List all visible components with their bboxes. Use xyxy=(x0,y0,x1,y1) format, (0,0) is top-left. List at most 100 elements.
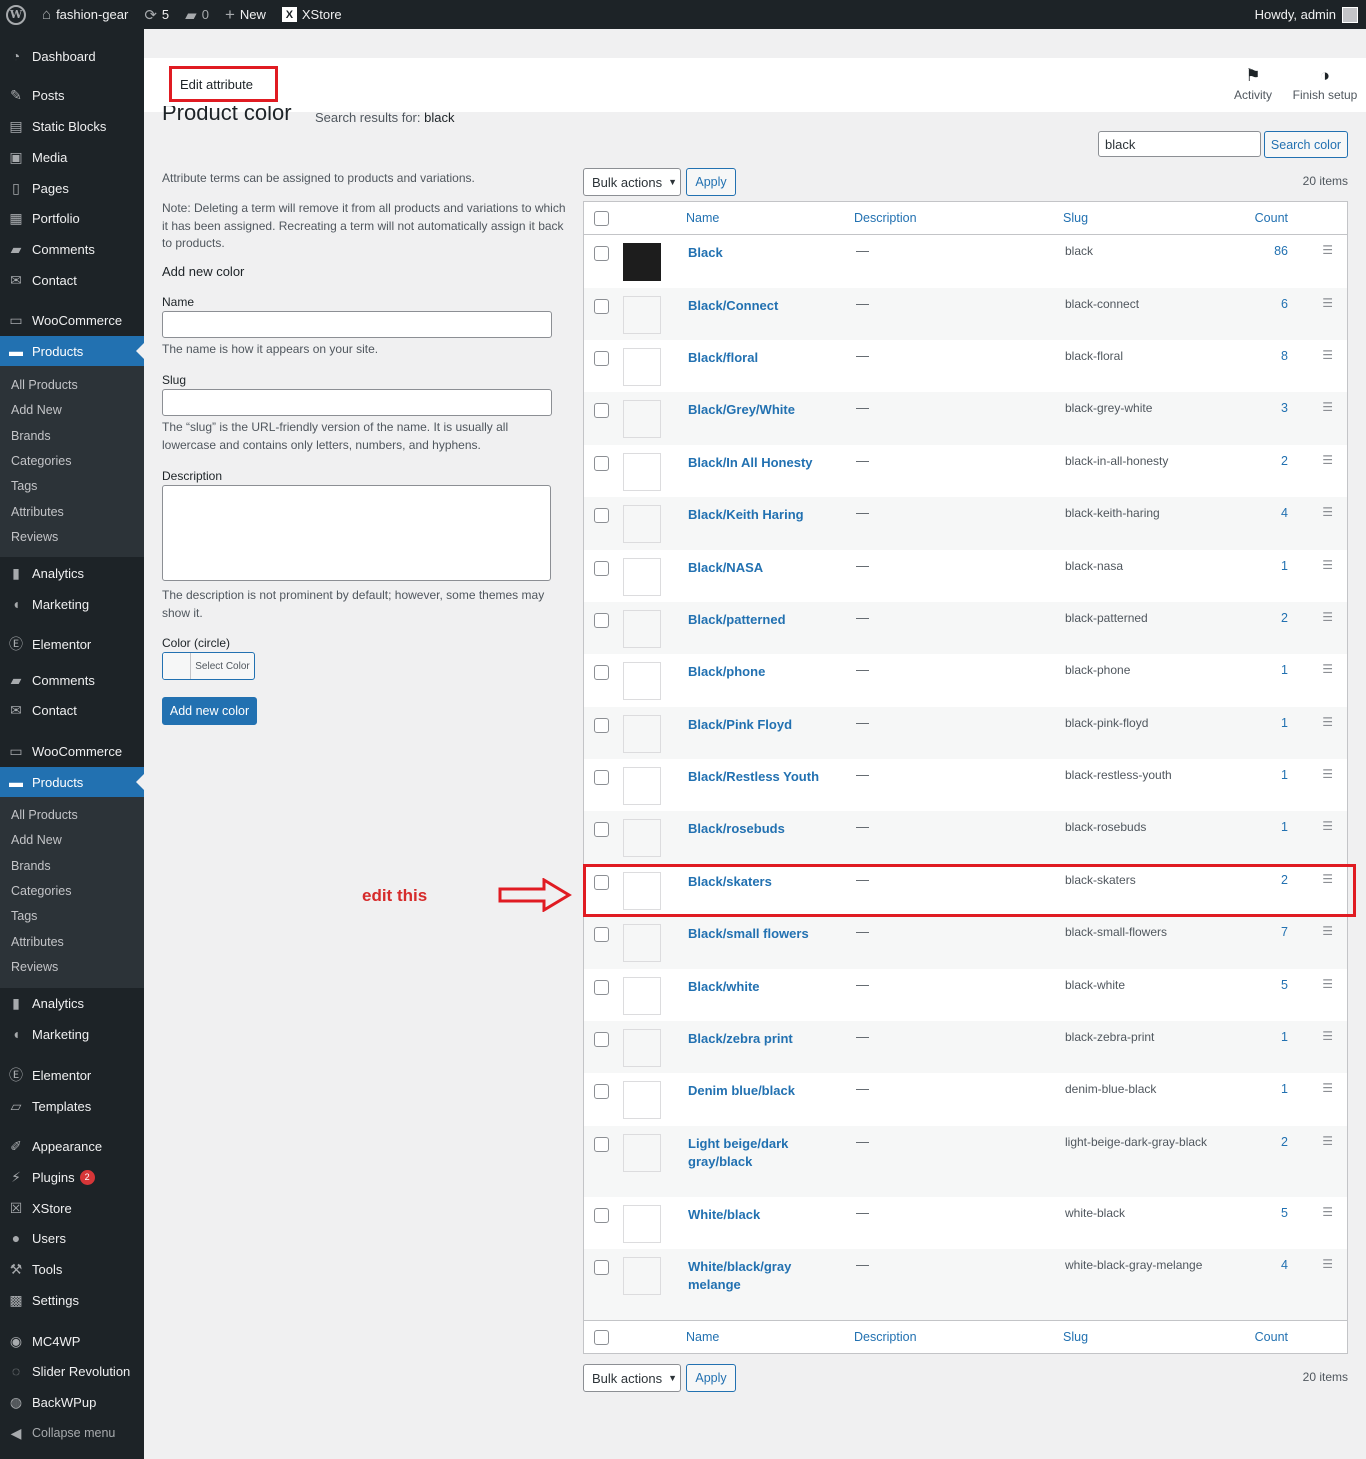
term-name-link[interactable]: Black/Grey/White xyxy=(688,401,828,419)
term-count-link[interactable]: 6 xyxy=(1281,297,1288,311)
term-count-link[interactable]: 4 xyxy=(1281,506,1288,520)
site-name-link[interactable]: ⌂ fashion-gear xyxy=(34,0,136,29)
select-all-checkbox[interactable] xyxy=(594,211,609,226)
drag-handle-icon[interactable]: ☰ xyxy=(1322,715,1333,729)
sidebar-item-woocommerce[interactable]: ▭ WooCommerce xyxy=(0,305,144,335)
term-count-link[interactable]: 2 xyxy=(1281,1135,1288,1149)
term-name-link[interactable]: White/black xyxy=(688,1206,828,1224)
description-field[interactable] xyxy=(162,485,551,581)
column-name[interactable]: Name xyxy=(686,211,719,225)
sidebar-item-contact[interactable]: ✉ Contact xyxy=(0,695,144,725)
term-count-link[interactable]: 3 xyxy=(1281,401,1288,415)
row-checkbox[interactable] xyxy=(594,1208,609,1223)
drag-handle-icon[interactable]: ☰ xyxy=(1322,662,1333,676)
sidebar-item-products[interactable]: ▬ Products xyxy=(0,336,144,366)
select-all-checkbox-bottom[interactable] xyxy=(594,1330,609,1345)
color-picker-button[interactable]: Select Color xyxy=(162,652,255,680)
submenu-item-categories[interactable]: Categories xyxy=(11,454,71,468)
row-checkbox[interactable] xyxy=(594,980,609,995)
comments-link[interactable]: ▰ 0 xyxy=(177,0,217,29)
footer-column-name[interactable]: Name xyxy=(686,1330,719,1344)
sidebar-item-static-blocks[interactable]: ▤ Static Blocks xyxy=(0,111,144,141)
term-name-link[interactable]: Black/zebra print xyxy=(688,1030,828,1048)
column-slug[interactable]: Slug xyxy=(1063,211,1088,225)
row-checkbox[interactable] xyxy=(594,822,609,837)
sidebar-item-analytics[interactable]: ▮ Analytics xyxy=(0,558,144,588)
drag-handle-icon[interactable]: ☰ xyxy=(1322,767,1333,781)
collapse-menu-button[interactable]: ◀ Collapse menu xyxy=(0,1418,144,1448)
drag-handle-icon[interactable]: ☰ xyxy=(1322,296,1333,310)
submenu-item-add-new[interactable]: Add New xyxy=(11,403,62,417)
sidebar-item-media[interactable]: ▣ Media xyxy=(0,142,144,172)
submenu-item-brands[interactable]: Brands xyxy=(11,859,51,873)
bulk-actions-select-bottom[interactable]: Bulk actions ▼ xyxy=(583,1364,681,1392)
search-color-button[interactable]: Search color xyxy=(1264,131,1348,158)
row-checkbox[interactable] xyxy=(594,561,609,576)
sidebar-item-backwpup[interactable]: ◍ BackWPup xyxy=(0,1387,144,1417)
sidebar-item-dashboard[interactable]: ◔ Dashboard xyxy=(0,41,144,71)
submenu-item-brands[interactable]: Brands xyxy=(11,429,51,443)
apply-button-bottom[interactable]: Apply xyxy=(686,1364,736,1392)
drag-handle-icon[interactable]: ☰ xyxy=(1322,1134,1333,1148)
term-count-link[interactable]: 2 xyxy=(1281,611,1288,625)
submenu-item-add-new[interactable]: Add New xyxy=(11,833,62,847)
footer-column-count[interactable]: Count xyxy=(1255,1330,1288,1344)
sidebar-item-users[interactable]: ● Users xyxy=(0,1223,144,1253)
term-name-link[interactable]: Black/white xyxy=(688,978,828,996)
sidebar-item-mc4wp[interactable]: ◉ MC4WP xyxy=(0,1326,144,1356)
submenu-item-attributes[interactable]: Attributes xyxy=(11,505,64,519)
row-checkbox[interactable] xyxy=(594,613,609,628)
term-name-link[interactable]: Black/NASA xyxy=(688,559,828,577)
sidebar-item-woocommerce[interactable]: ▭ WooCommerce xyxy=(0,736,144,766)
term-name-link[interactable]: Black/Connect xyxy=(688,297,828,315)
drag-handle-icon[interactable]: ☰ xyxy=(1322,243,1333,257)
row-checkbox[interactable] xyxy=(594,1084,609,1099)
term-name-link[interactable]: Black/Keith Haring xyxy=(688,506,828,524)
drag-handle-icon[interactable]: ☰ xyxy=(1322,610,1333,624)
term-name-link[interactable]: Denim blue/black xyxy=(688,1082,828,1100)
term-count-link[interactable]: 1 xyxy=(1281,820,1288,834)
term-name-link[interactable]: Black/floral xyxy=(688,349,828,367)
row-checkbox[interactable] xyxy=(594,665,609,680)
sidebar-item-tools[interactable]: ⚒ Tools xyxy=(0,1254,144,1284)
drag-handle-icon[interactable]: ☰ xyxy=(1322,348,1333,362)
sidebar-item-marketing[interactable]: ◖ Marketing xyxy=(0,589,144,619)
row-checkbox[interactable] xyxy=(594,1137,609,1152)
xstore-link[interactable]: X XStore xyxy=(274,0,350,29)
activity-button[interactable]: ⚑ Activity xyxy=(1233,66,1273,102)
sidebar-item-posts[interactable]: ✎ Posts xyxy=(0,80,144,110)
footer-column-slug[interactable]: Slug xyxy=(1063,1330,1088,1344)
term-count-link[interactable]: 2 xyxy=(1281,454,1288,468)
submenu-item-tags[interactable]: Tags xyxy=(11,909,37,923)
drag-handle-icon[interactable]: ☰ xyxy=(1322,400,1333,414)
drag-handle-icon[interactable]: ☰ xyxy=(1322,1029,1333,1043)
term-count-link[interactable]: 1 xyxy=(1281,559,1288,573)
drag-handle-icon[interactable]: ☰ xyxy=(1322,1205,1333,1219)
drag-handle-icon[interactable]: ☰ xyxy=(1322,453,1333,467)
sidebar-item-contact[interactable]: ✉ Contact xyxy=(0,265,144,295)
slug-field[interactable] xyxy=(162,389,552,416)
sidebar-item-marketing[interactable]: ◖ Marketing xyxy=(0,1019,144,1049)
term-name-link[interactable]: Black/Restless Youth xyxy=(688,768,828,786)
footer-column-description[interactable]: Description xyxy=(854,1330,917,1344)
drag-handle-icon[interactable]: ☰ xyxy=(1322,558,1333,572)
row-checkbox[interactable] xyxy=(594,403,609,418)
row-checkbox[interactable] xyxy=(594,456,609,471)
row-checkbox[interactable] xyxy=(594,299,609,314)
row-checkbox[interactable] xyxy=(594,246,609,261)
updates-link[interactable]: ⟳ 5 xyxy=(136,0,177,29)
sidebar-item-pages[interactable]: ▯ Pages xyxy=(0,173,144,203)
add-new-color-button[interactable]: Add new color xyxy=(162,697,257,725)
row-checkbox[interactable] xyxy=(594,351,609,366)
sidebar-item-appearance[interactable]: ✐ Appearance xyxy=(0,1131,144,1161)
sidebar-item-xstore[interactable]: ☒ XStore xyxy=(0,1193,144,1223)
drag-handle-icon[interactable]: ☰ xyxy=(1322,924,1333,938)
my-account-link[interactable]: Howdy, admin xyxy=(1255,6,1366,23)
sidebar-item-analytics[interactable]: ▮ Analytics xyxy=(0,988,144,1018)
term-count-link[interactable]: 1 xyxy=(1281,1082,1288,1096)
sidebar-item-settings[interactable]: ▩ Settings xyxy=(0,1285,144,1315)
new-content-link[interactable]: + New xyxy=(217,0,274,29)
sidebar-item-elementor[interactable]: Ⓔ Elementor xyxy=(0,1060,144,1090)
term-name-link[interactable]: White/black/gray melange xyxy=(688,1258,828,1294)
sidebar-item-slider-revolution[interactable]: ◌ Slider Revolution xyxy=(0,1356,144,1386)
